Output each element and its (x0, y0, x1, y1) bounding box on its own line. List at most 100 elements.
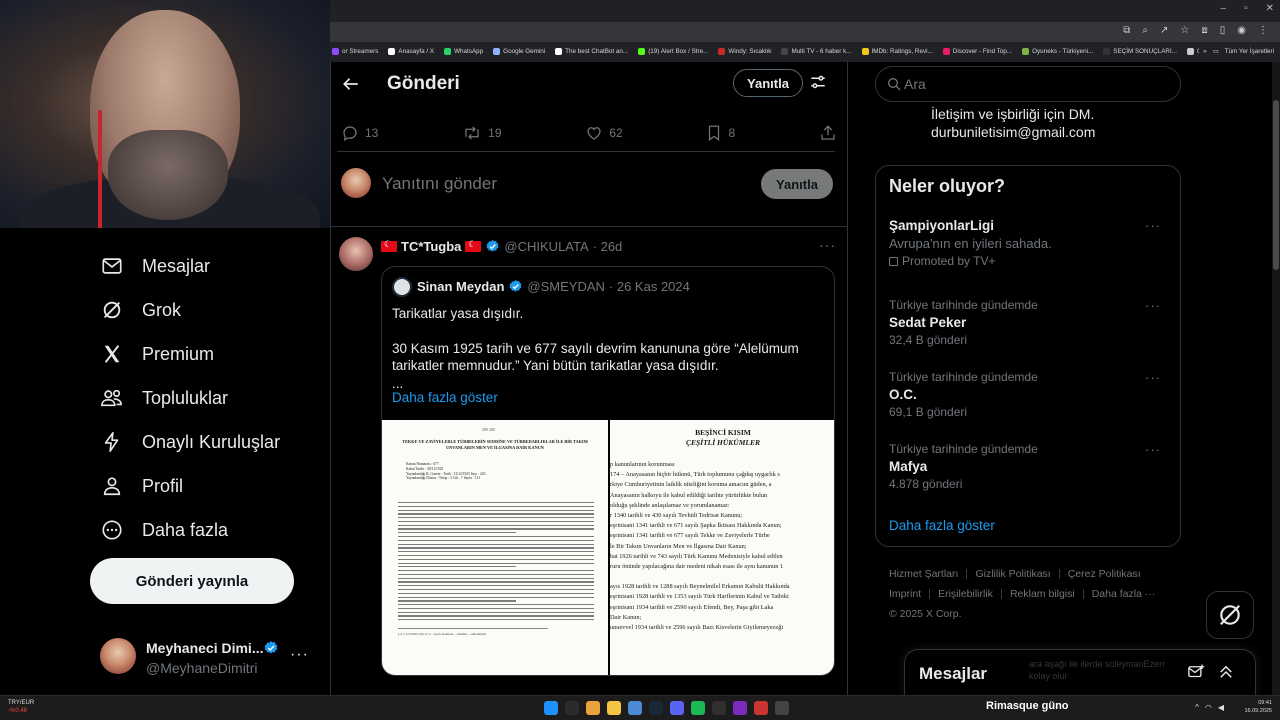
app-badge-icon[interactable] (733, 701, 747, 715)
bookmark-item[interactable]: Oyuneks - Türkiyeni... (1022, 47, 1093, 55)
bookmark-action[interactable]: 8 (706, 124, 735, 142)
bookmark-item[interactable]: Multi TV - 6 haber k... (781, 47, 852, 55)
address-bar[interactable]: ⧉ ⌕ ↗ ☆ ⧈ ▯ ◉ ⋮ (330, 22, 1280, 42)
bookmark-item[interactable]: or Streamers (332, 47, 378, 55)
page-scrollbar[interactable] (1272, 62, 1280, 695)
nav-verified-orgs[interactable]: Onaylı Kuruluşlar (100, 430, 280, 454)
share-action[interactable] (819, 124, 837, 142)
mic-app-icon[interactable] (754, 701, 768, 715)
sliders-icon[interactable] (809, 73, 827, 96)
footer-link[interactable]: Reklam bilgisi (1010, 588, 1075, 600)
reply-action[interactable]: 13 (341, 124, 378, 142)
bookmarks-overflow-chevron-icon[interactable]: » (1203, 48, 1207, 55)
store-icon[interactable] (628, 701, 642, 715)
trend-more-icon[interactable]: ··· (1145, 218, 1161, 233)
tweet-author-handle[interactable]: @CHIKULATA (504, 239, 588, 254)
law-document-image[interactable]: 289 200 TEKKE VE ZAVİYELERLE TÜRBELERİN … (382, 420, 608, 675)
taskbar-ticker-widget[interactable]: TRY/EUR -%0,48 (8, 699, 34, 715)
settings-icon[interactable] (775, 701, 789, 715)
expand-up-icon[interactable] (1217, 663, 1235, 681)
maximize-icon[interactable]: ▫ (1244, 3, 1248, 14)
sidepanel-icon[interactable]: ▯ (1220, 25, 1226, 36)
bookmark-item[interactable]: Anasayfa / X (388, 47, 434, 55)
left-sidebar: Mesajlar Grok Premium Topluluklar Onaylı… (0, 228, 330, 695)
footer-link[interactable]: Çerez Politikası (1068, 568, 1141, 580)
trend-more-icon[interactable]: ··· (1145, 442, 1161, 457)
extensions-icon[interactable]: ⧈ (1201, 25, 1207, 36)
wifi-icon[interactable]: ◠ (1205, 703, 1212, 712)
trend-more-icon[interactable]: ··· (1145, 370, 1161, 385)
cast-icon[interactable]: ⧉ (1123, 25, 1130, 36)
bookmark-label: The best ChatBot an... (565, 47, 629, 55)
nav-premium[interactable]: Premium (100, 342, 214, 366)
show-more-link[interactable]: Daha fazla göster (392, 390, 498, 405)
volume-icon[interactable]: ◀ (1218, 703, 1224, 712)
search-input[interactable] (904, 68, 1174, 100)
menu-dots-icon[interactable]: ⋮ (1258, 25, 1268, 36)
constitution-document-image[interactable]: BEŞİNCİ KISIM ÇEŞİTLİ HÜKÜMLER p kanunla… (610, 420, 834, 675)
bookmark-item[interactable]: (19) Alert Box / Stre... (638, 47, 708, 55)
all-bookmarks-link[interactable]: Tüm Yer İşaretleri (1225, 48, 1274, 55)
tweet-author-name[interactable]: TC*Tugba (401, 239, 461, 254)
discord-icon[interactable] (670, 701, 684, 715)
messages-drawer[interactable]: Mesajlar ara aşağı ile ilerde süleymanEz… (904, 649, 1256, 695)
search-box[interactable] (875, 66, 1181, 102)
footer-link[interactable]: Daha fazla ··· (1092, 588, 1156, 600)
spotify-icon[interactable] (691, 701, 705, 715)
grok-floating-button[interactable] (1206, 591, 1254, 639)
bookmark-item[interactable]: SEÇİM SONUÇLARI... (1103, 47, 1177, 55)
chrome-icon[interactable] (586, 701, 600, 715)
trend-item[interactable]: Türkiye tarihinde gündemde Sedat Peker 3… (889, 298, 1169, 347)
footer-link[interactable]: Gizlilik Politikası (975, 568, 1050, 580)
system-clock[interactable]: 09:41 16.09.2025 (1244, 699, 1272, 715)
reply-filter-button[interactable]: Yanıtla (733, 69, 803, 97)
profile-icon[interactable]: ◉ (1237, 25, 1246, 36)
nav-messages[interactable]: Mesajlar (100, 254, 210, 278)
quoted-tweet[interactable]: Sinan Meydan @SMEYDAN · 26 Kas 2024 Tari… (381, 266, 835, 676)
bookmark-item[interactable]: Discover - Find Top... (942, 47, 1012, 55)
bookmark-item[interactable]: IMDb: Ratings, Revi... (861, 47, 933, 55)
nav-grok[interactable]: Grok (100, 298, 181, 322)
post-button[interactable]: Gönderi yayınla (90, 558, 294, 604)
bookmark-item[interactable]: Windy: Sıcaklık (718, 47, 771, 55)
repost-action[interactable]: 19 (462, 124, 502, 142)
steam-icon[interactable] (649, 701, 663, 715)
nav-communities[interactable]: Topluluklar (100, 386, 228, 410)
account-switcher[interactable]: Meyhaneci Dimi... @MeyhaneDimitri ··· (100, 632, 310, 682)
trend-more-icon[interactable]: ··· (1145, 298, 1161, 313)
reply-input[interactable]: Yanıtını gönder (382, 174, 497, 194)
bio-line: İletişim ve işbirliği için DM. (931, 106, 1095, 122)
nav-profile[interactable]: Profil (100, 474, 183, 498)
windows-start-icon[interactable] (544, 701, 558, 715)
obs-icon[interactable] (712, 701, 726, 715)
scrollbar-thumb[interactable] (1273, 100, 1279, 270)
tweet-time[interactable]: · 26d (593, 239, 623, 254)
share-icon[interactable]: ↗ (1160, 25, 1168, 36)
trend-item[interactable]: Türkiye tarihinde gündemde O.C. 69,1 B g… (889, 370, 1169, 419)
avatar[interactable] (339, 237, 373, 271)
back-arrow-icon[interactable] (339, 72, 363, 96)
tweet-more-icon[interactable]: ··· (819, 237, 836, 253)
footer-link[interactable]: Hizmet Şartları (889, 568, 958, 580)
trends-show-more-link[interactable]: Daha fazla göster (889, 518, 995, 533)
footer-link[interactable]: Erişilebilirlik (938, 588, 993, 600)
trend-item[interactable]: ŞampiyonlarLigi Avrupa'nın en iyileri sa… (889, 218, 1169, 268)
bookmark-item[interactable]: WhatsApp (444, 47, 483, 55)
search-taskbar-icon[interactable] (565, 701, 579, 715)
star-bookmark-icon[interactable]: ☆ (1180, 25, 1189, 36)
trend-item[interactable]: Türkiye tarihinde gündemde Mafya 4.878 g… (889, 442, 1169, 491)
footer-link[interactable]: Imprint (889, 588, 921, 600)
close-icon[interactable]: ✕ (1266, 3, 1274, 14)
bookmark-item[interactable]: Google Gemini (493, 47, 545, 55)
reply-submit-button[interactable]: Yanıtla (761, 169, 833, 199)
like-action[interactable]: 62 (585, 124, 623, 142)
reply-tweet[interactable]: TC*Tugba @CHIKULATA · 26d ··· Sinan Meyd… (331, 227, 847, 695)
minimize-icon[interactable]: – (1221, 3, 1227, 14)
nav-more[interactable]: Daha fazla (100, 518, 228, 542)
bookmark-item[interactable]: The best ChatBot an... (555, 47, 629, 55)
tray-chevron-icon[interactable]: ^ (1195, 703, 1199, 712)
file-explorer-icon[interactable] (607, 701, 621, 715)
new-message-icon[interactable] (1187, 663, 1205, 681)
account-more-icon[interactable]: ··· (290, 646, 309, 664)
zoom-icon[interactable]: ⌕ (1142, 25, 1148, 36)
